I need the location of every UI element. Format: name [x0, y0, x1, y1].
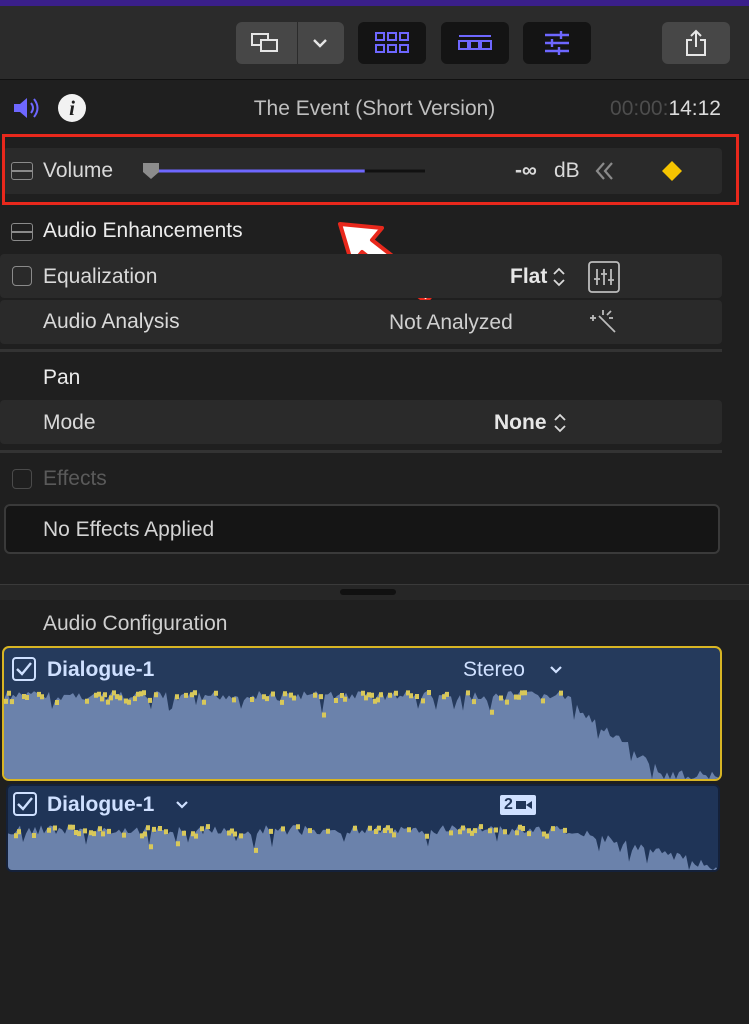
effects-label: Effects: [43, 467, 107, 490]
audio-enhancements-icon[interactable]: [11, 223, 33, 241]
inspector-toggle-button[interactable]: [523, 22, 591, 64]
lane-checkbox[interactable]: [12, 657, 36, 681]
audio-lane-dialogue[interactable]: Dialogue-1 2: [6, 784, 720, 872]
equalizer-icon[interactable]: [588, 261, 620, 293]
effects-checkbox[interactable]: [12, 469, 32, 489]
effects-list: No Effects Applied: [4, 504, 720, 554]
audio-enhancements-label: Audio Enhancements: [43, 219, 243, 242]
audio-analysis-label: Audio Analysis: [43, 310, 180, 333]
channel-popup[interactable]: Stereo: [463, 658, 525, 682]
lane-name: Dialogue-1: [47, 793, 155, 816]
no-effects-text: No Effects Applied: [43, 518, 215, 541]
sliders-icon: [545, 31, 569, 55]
audio-configuration-label: Audio Configuration: [43, 612, 228, 635]
chevron-down-icon[interactable]: [175, 799, 189, 811]
equalization-label: Equalization: [43, 265, 158, 288]
audio-lane-stereo[interactable]: Dialogue-1 Stereo: [2, 646, 722, 781]
lane-name: Dialogue-1: [47, 658, 155, 681]
browser-toggle-button[interactable]: [358, 22, 426, 64]
audio-analysis-row: Audio Analysis Not Analyzed: [0, 300, 722, 344]
clip-timecode: 00:00:14:12: [610, 97, 721, 120]
magic-wand-icon[interactable]: [585, 308, 619, 336]
equalization-row: Equalization Flat: [0, 254, 722, 298]
camera-icon: [515, 801, 532, 809]
chevron-down-icon[interactable]: [312, 37, 328, 49]
chevron-down-icon[interactable]: [549, 664, 563, 676]
section-separator: [0, 349, 722, 352]
share-icon: [686, 29, 706, 56]
audio-analysis-value: Not Analyzed: [389, 311, 513, 334]
channel-badge[interactable]: 2: [500, 795, 536, 815]
pan-mode-label: Mode: [43, 411, 96, 434]
inspector-header: i The Event (Short Version) 00:00:14:12: [0, 80, 749, 136]
pan-label: Pan: [43, 366, 81, 389]
display-icon: [251, 33, 278, 52]
panel-resize-handle[interactable]: [0, 584, 749, 600]
pan-mode-row: Mode None: [0, 400, 722, 444]
volume-highlight-box: [2, 134, 739, 205]
share-button[interactable]: [662, 22, 730, 64]
lane-checkbox[interactable]: [13, 792, 37, 816]
grid-icon: [375, 32, 409, 53]
updown-icon[interactable]: [552, 266, 566, 288]
equalization-popup[interactable]: Flat: [510, 265, 547, 289]
equalization-checkbox[interactable]: [12, 266, 32, 286]
display-options-button[interactable]: [236, 22, 344, 64]
pan-mode-popup[interactable]: None: [494, 411, 547, 435]
toolbar: [0, 6, 749, 80]
section-separator: [0, 450, 722, 453]
filmstrip-icon: [458, 35, 492, 50]
updown-icon[interactable]: [553, 412, 567, 434]
timeline-toggle-button[interactable]: [441, 22, 509, 64]
